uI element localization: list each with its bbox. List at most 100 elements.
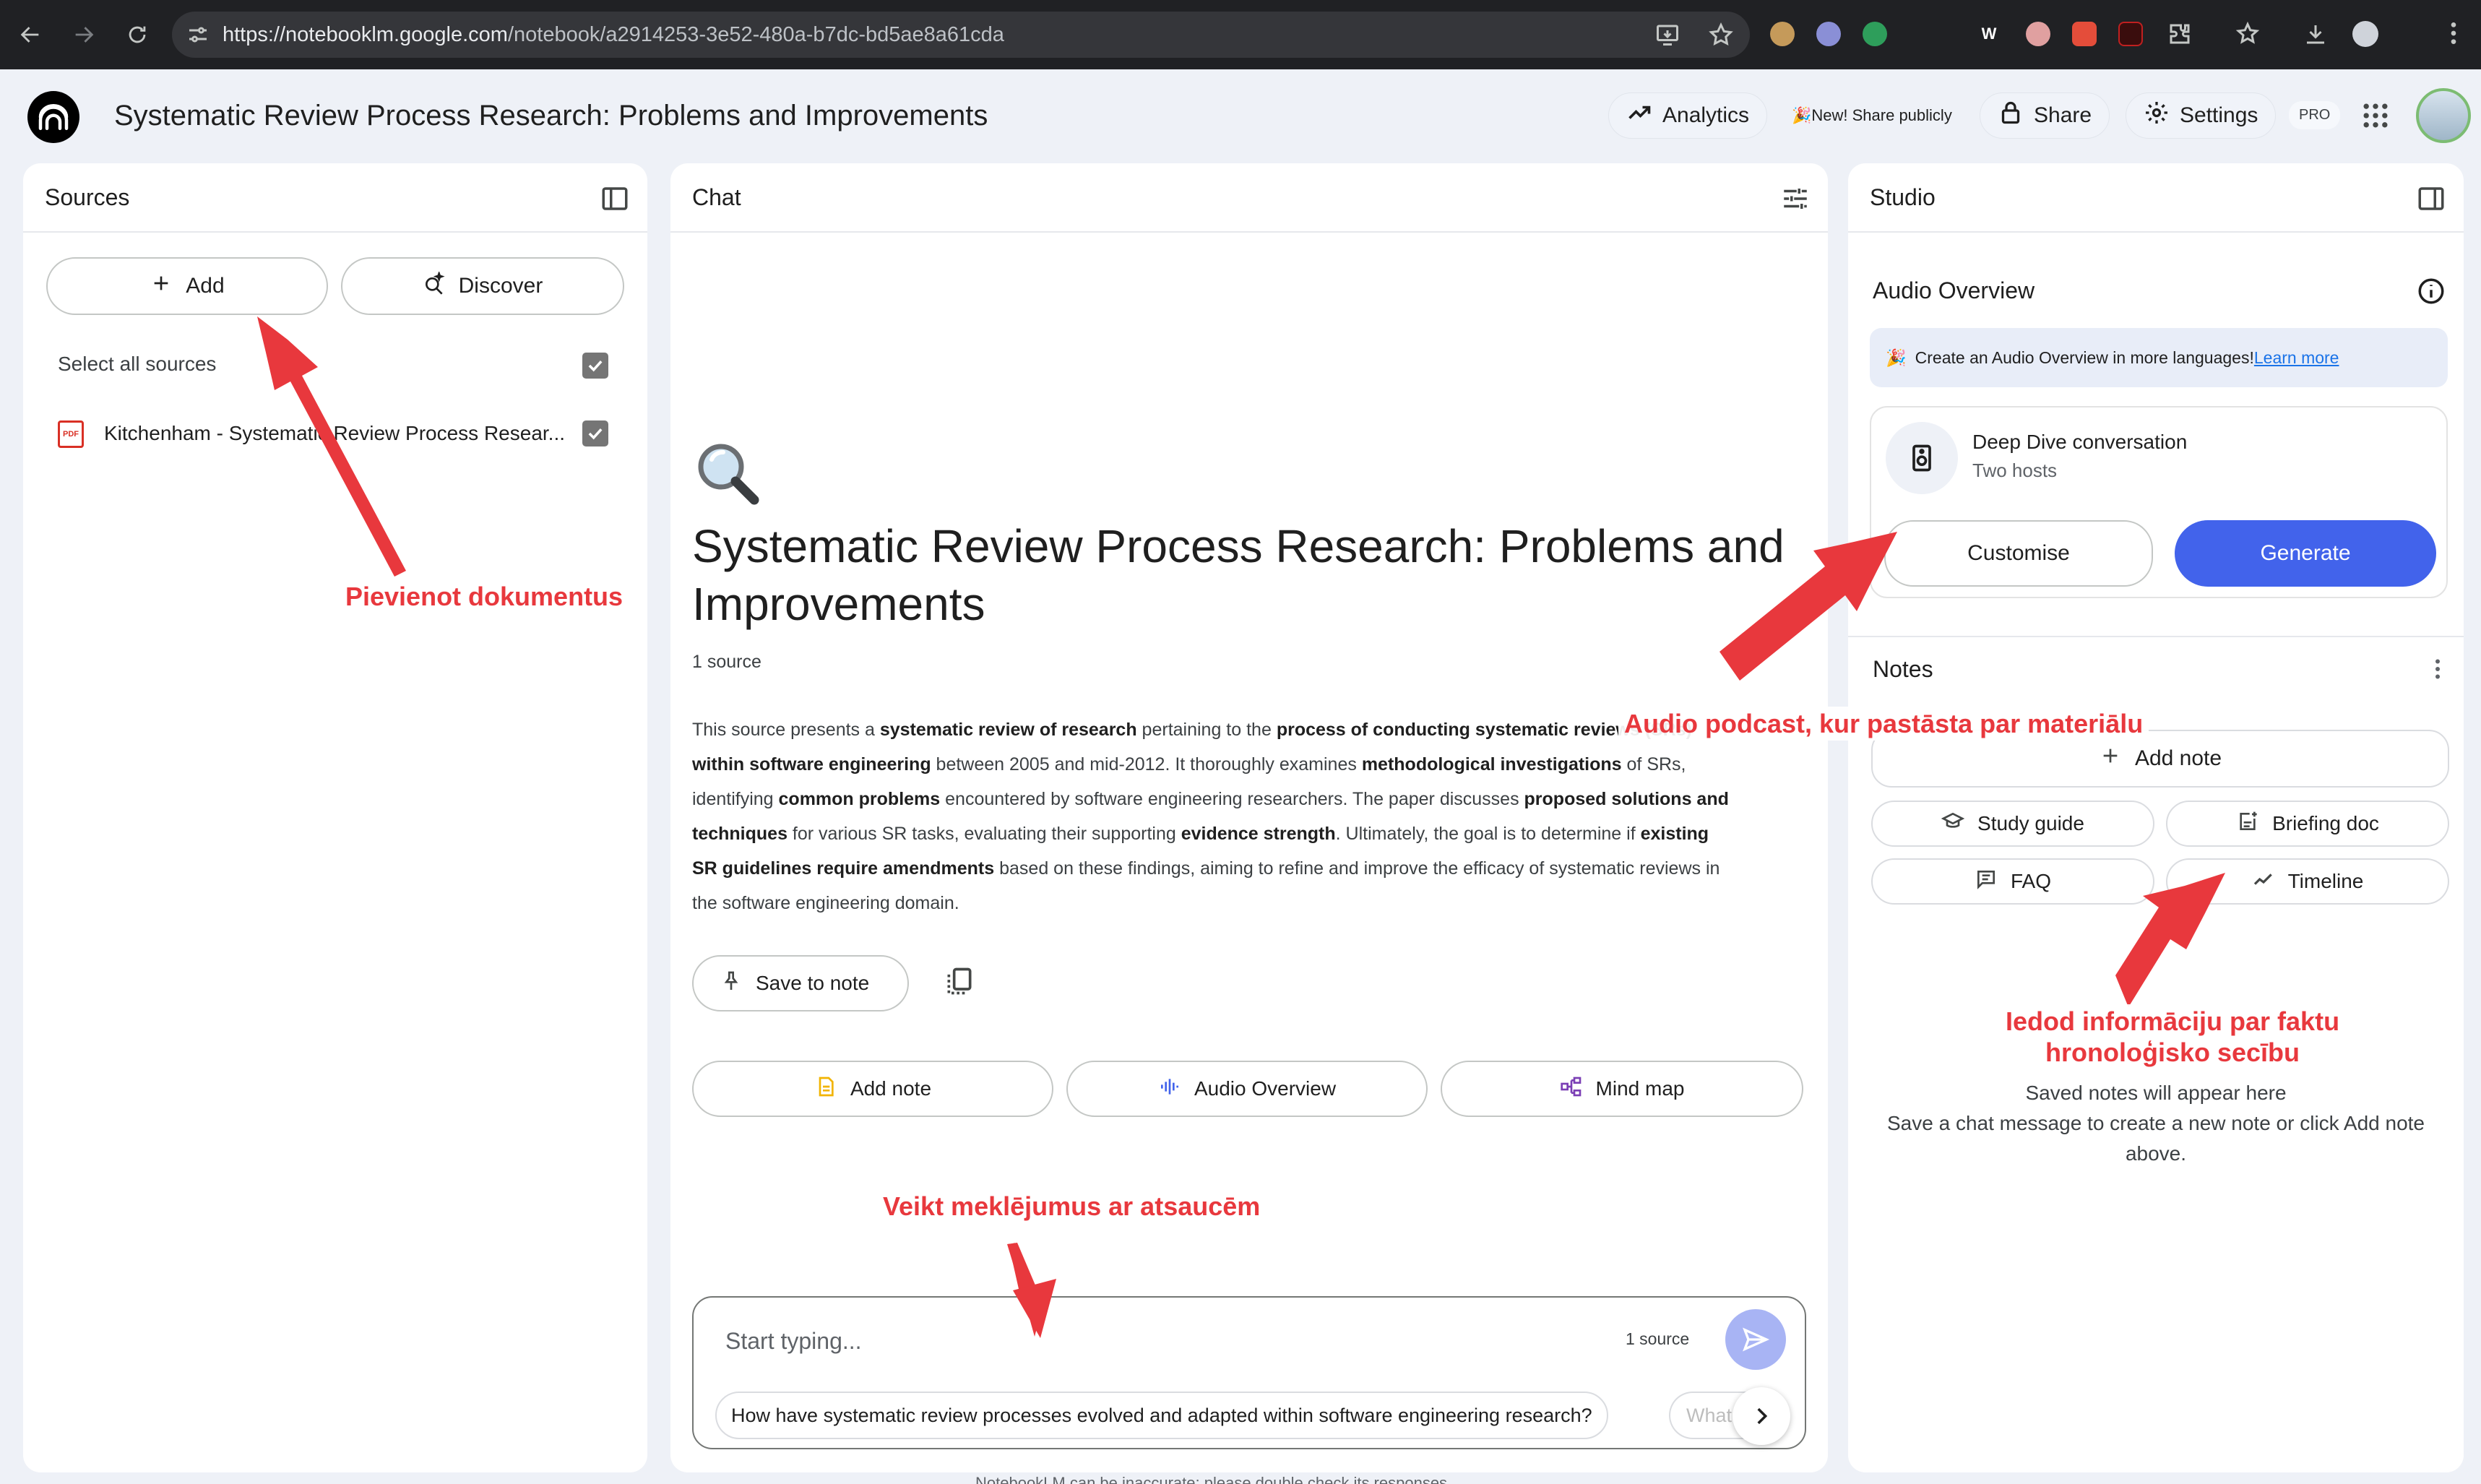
customise-button[interactable]: Customise bbox=[1884, 520, 2153, 587]
audio-overview-action-label: Audio Overview bbox=[1194, 1077, 1337, 1100]
notebook-heading: Systematic Review Process Research: Prob… bbox=[692, 520, 1785, 630]
sources-header: Sources bbox=[23, 163, 647, 233]
save-to-note-label: Save to note bbox=[756, 972, 870, 994]
extension-cookie-icon[interactable] bbox=[1770, 22, 1795, 46]
source-checkbox[interactable] bbox=[582, 420, 608, 447]
pdf-icon: PDF bbox=[58, 420, 84, 448]
lock-icon bbox=[1998, 100, 2024, 131]
timeline-label: Timeline bbox=[2287, 870, 2364, 892]
studio-title: Studio bbox=[1870, 184, 1936, 210]
suggested-question-chip[interactable]: How have systematic review processes evo… bbox=[715, 1392, 1608, 1439]
extension-dark-red-icon[interactable] bbox=[2118, 22, 2143, 46]
summary-text-run: This source presents a bbox=[692, 720, 880, 740]
annotation-timeline-line1: Iedod informāciju par faktu bbox=[2006, 1006, 2340, 1036]
briefing-doc-label: Briefing doc bbox=[2272, 812, 2379, 834]
share-button[interactable]: Share bbox=[1980, 92, 2110, 139]
magnifier-emoji-icon bbox=[692, 438, 764, 510]
app-header: Systematic Review Process Research: Prob… bbox=[0, 69, 2481, 163]
summary-text-run: . Ultimately, the goal is to determine i… bbox=[1335, 824, 1641, 844]
bookmark-star-icon[interactable] bbox=[1708, 22, 1734, 53]
summary-text-run: pertaining to the bbox=[1136, 720, 1277, 740]
annotation-timeline-line2: hronoloģisko secību bbox=[2045, 1037, 2300, 1068]
learn-more-link[interactable]: Learn more bbox=[2254, 348, 2339, 367]
faq-button[interactable]: FAQ bbox=[1871, 858, 2154, 905]
note-document-icon bbox=[814, 1075, 837, 1103]
gear-icon bbox=[2144, 100, 2170, 131]
reload-button[interactable] bbox=[116, 13, 159, 56]
address-bar[interactable]: https://notebooklm.google.com/notebook/a… bbox=[172, 12, 1750, 58]
mind-map-action-button[interactable]: Mind map bbox=[1441, 1061, 1803, 1117]
graduation-cap-icon bbox=[1941, 810, 1965, 838]
chat-bubble-icon bbox=[1975, 868, 1998, 896]
extension-readwise-icon[interactable]: W bbox=[1974, 19, 2004, 49]
generate-button[interactable]: Generate bbox=[2175, 520, 2436, 587]
chat-panel: Chat Systematic Review Process Research:… bbox=[670, 163, 1828, 1472]
save-to-note-button[interactable]: Save to note bbox=[692, 955, 909, 1011]
audio-overview-action-button[interactable]: Audio Overview bbox=[1066, 1061, 1428, 1117]
empty-notes-title: Saved notes will appear here bbox=[2025, 1082, 2287, 1104]
url-path: /notebook/a2914253-3e52-480a-b7dc-bd5ae8… bbox=[507, 22, 1004, 46]
source-list-item[interactable]: PDF Kitchenham - Systematic Review Proce… bbox=[58, 416, 636, 452]
collapse-studio-icon[interactable] bbox=[2416, 184, 2446, 214]
chat-input[interactable] bbox=[725, 1319, 1592, 1363]
downloads-icon[interactable] bbox=[2300, 19, 2331, 49]
add-note-action-label: Add note bbox=[850, 1077, 932, 1100]
share-publicly-badge[interactable]: 🎉New! Share publicly bbox=[1779, 92, 1965, 139]
add-note-action-button[interactable]: Add note bbox=[692, 1061, 1053, 1117]
settings-label: Settings bbox=[2180, 103, 2258, 127]
extension-green-icon[interactable] bbox=[1863, 22, 1887, 46]
extension-red-icon[interactable] bbox=[2072, 22, 2097, 46]
audio-waveform-icon bbox=[1158, 1075, 1181, 1103]
discover-label: Discover bbox=[458, 274, 543, 298]
deep-dive-title: Deep Dive conversation bbox=[1972, 431, 2188, 453]
input-source-count: 1 source bbox=[1626, 1329, 1690, 1348]
share-label: Share bbox=[2034, 103, 2092, 127]
study-guide-button[interactable]: Study guide bbox=[1871, 801, 2154, 847]
timeline-button[interactable]: Timeline bbox=[2166, 858, 2449, 905]
info-icon[interactable] bbox=[2416, 276, 2446, 306]
summary-bold-run: common problems bbox=[778, 789, 941, 809]
install-app-icon[interactable] bbox=[1654, 22, 1680, 53]
share-publicly-label: 🎉New! Share publicly bbox=[1792, 106, 1952, 124]
annotation-search-refs: Veikt meklējumus ar atsaucēm bbox=[877, 1189, 1267, 1224]
plus-icon bbox=[150, 272, 173, 301]
extension-mask-icon[interactable] bbox=[1816, 22, 1841, 46]
add-source-button[interactable]: Add bbox=[46, 257, 328, 315]
extensions-puzzle-icon[interactable] bbox=[2165, 19, 2195, 49]
reading-list-icon[interactable] bbox=[2232, 19, 2263, 49]
send-icon bbox=[1741, 1325, 1770, 1354]
next-suggestions-button[interactable] bbox=[1733, 1387, 1790, 1445]
send-button[interactable] bbox=[1725, 1309, 1786, 1370]
select-all-checkbox[interactable] bbox=[582, 353, 608, 379]
collapse-panel-icon[interactable] bbox=[600, 184, 630, 214]
chat-settings-tune-icon[interactable] bbox=[1780, 184, 1811, 214]
apps-grid-icon[interactable] bbox=[2360, 100, 2391, 131]
discover-search-icon bbox=[423, 270, 446, 301]
extension-eyes-icon[interactable] bbox=[2026, 22, 2050, 46]
more-options-icon[interactable] bbox=[2425, 656, 2451, 685]
back-button[interactable] bbox=[9, 13, 52, 56]
source-name: Kitchenham - Systematic Review Process R… bbox=[104, 422, 566, 444]
browser-menu-icon[interactable] bbox=[2439, 19, 2468, 51]
notes-title: Notes bbox=[1873, 656, 1933, 682]
summary-bold-run: systematic review of research bbox=[879, 720, 1137, 740]
mind-map-action-label: Mind map bbox=[1595, 1077, 1685, 1100]
pin-icon bbox=[720, 970, 743, 998]
chat-title: Chat bbox=[692, 184, 741, 210]
analytics-button[interactable]: Analytics bbox=[1608, 92, 1768, 139]
briefing-doc-button[interactable]: Briefing doc bbox=[2166, 801, 2449, 847]
user-avatar[interactable] bbox=[2416, 88, 2471, 143]
discover-sources-button[interactable]: Discover bbox=[341, 257, 624, 315]
trending-up-icon bbox=[1626, 100, 1652, 131]
pro-badge: PRO bbox=[2289, 101, 2341, 129]
settings-button[interactable]: Settings bbox=[2126, 92, 2277, 139]
url-host: https://notebooklm.google.com bbox=[223, 22, 508, 46]
chat-input-box: 1 source How have systematic review proc… bbox=[692, 1296, 1806, 1449]
profile-avatar-icon[interactable] bbox=[2352, 21, 2378, 47]
site-info-icon[interactable] bbox=[185, 22, 211, 48]
study-guide-label: Study guide bbox=[1977, 812, 2084, 834]
notebook-title[interactable]: Systematic Review Process Research: Prob… bbox=[114, 100, 988, 132]
notebooklm-logo-icon[interactable] bbox=[27, 91, 79, 143]
forward-button[interactable] bbox=[62, 13, 105, 56]
copy-icon[interactable] bbox=[944, 965, 975, 997]
